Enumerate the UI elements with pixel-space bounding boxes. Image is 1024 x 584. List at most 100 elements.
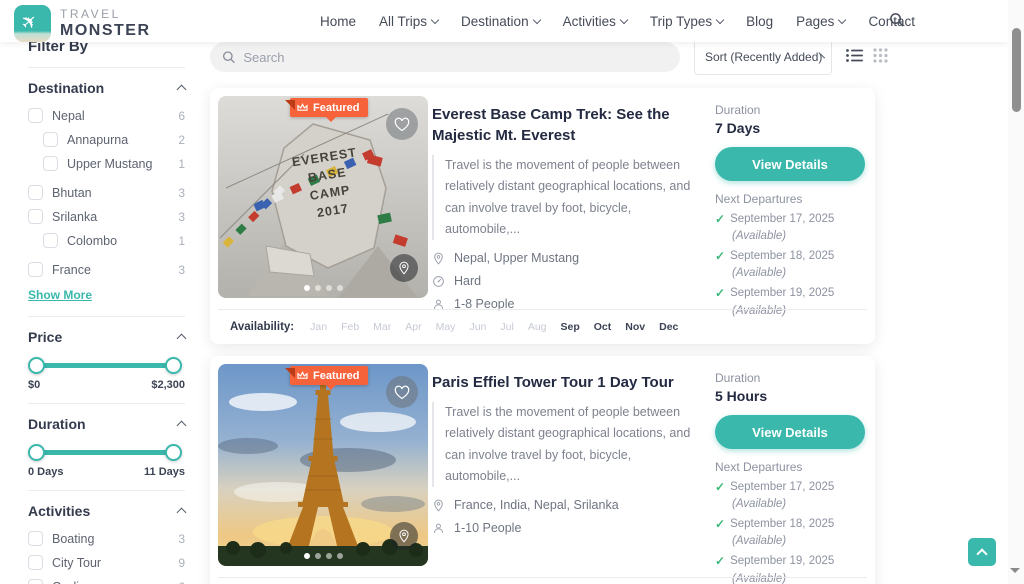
- checkbox[interactable]: [28, 531, 43, 546]
- checkbox[interactable]: [43, 233, 58, 248]
- trip-difficulty-row: Hard: [432, 274, 708, 288]
- price-max-label: $2,300: [151, 379, 185, 391]
- checkbox[interactable]: [28, 262, 43, 277]
- section-destination-header[interactable]: Destination: [28, 80, 185, 96]
- departure-date: September 19, 2025: [730, 285, 834, 302]
- departure-status: (Available): [715, 228, 867, 245]
- nav-item-activities[interactable]: Activities: [563, 14, 627, 29]
- section-title: Price: [28, 329, 62, 345]
- divider: [28, 403, 185, 404]
- divider: [28, 316, 185, 317]
- nav-item-blog[interactable]: Blog: [746, 14, 773, 29]
- section-price-header[interactable]: Price: [28, 329, 185, 345]
- filter-label: Bhutan: [52, 186, 178, 200]
- month: Apr: [405, 321, 421, 333]
- nav-item-home[interactable]: Home: [320, 14, 356, 29]
- favorite-button[interactable]: [386, 376, 418, 408]
- price-range-slider: [30, 357, 180, 373]
- map-pin-button[interactable]: [390, 522, 418, 550]
- carousel-dot[interactable]: [337, 285, 343, 291]
- carousel-dot[interactable]: [337, 553, 343, 559]
- filter-label: France: [52, 263, 178, 277]
- trip-photo-everest[interactable]: EVEREST BASE CAMP 2017 Featured: [218, 96, 428, 298]
- checkbox[interactable]: [28, 579, 43, 584]
- trip-location: France, India, Nepal, Srilanka: [454, 498, 619, 512]
- check-icon: ✓: [715, 248, 725, 265]
- check-icon: ✓: [715, 285, 725, 302]
- trip-location-row: Nepal, Upper Mustang: [432, 251, 708, 265]
- featured-badge: Featured: [290, 98, 368, 117]
- page-scrollbar: [1008, 0, 1024, 584]
- slider-track: [30, 363, 180, 368]
- carousel-dot[interactable]: [315, 553, 321, 559]
- departure-status: (Available): [715, 533, 867, 550]
- checkbox[interactable]: [28, 555, 43, 570]
- chevron-up-icon: [976, 548, 987, 559]
- section-duration-header[interactable]: Duration: [28, 416, 185, 432]
- trip-photo-paris[interactable]: Featured: [218, 364, 428, 566]
- filter-item-srilanka: Srilanka 3: [28, 209, 185, 224]
- check-icon: ✓: [715, 516, 725, 533]
- checkbox[interactable]: [43, 132, 58, 147]
- view-details-button[interactable]: View Details: [715, 147, 865, 181]
- scrollbar-down-arrow[interactable]: [1010, 568, 1020, 578]
- month-active: Dec: [659, 321, 678, 333]
- scrollbar-thumb[interactable]: [1012, 28, 1021, 112]
- chevron-up-icon: [177, 421, 187, 431]
- duration-max-handle[interactable]: [165, 444, 182, 461]
- favorite-button[interactable]: [386, 108, 418, 140]
- nav-label: Trip Types: [650, 14, 712, 29]
- nav-label: Home: [320, 14, 356, 29]
- carousel-dot[interactable]: [304, 553, 310, 559]
- departure-date: September 18, 2025: [730, 248, 834, 265]
- checkbox[interactable]: [43, 156, 58, 171]
- results-area: Sort (Recently Added): [210, 42, 878, 584]
- checkbox[interactable]: [28, 209, 43, 224]
- heart-icon: [394, 117, 410, 132]
- featured-badge-label: Featured: [313, 102, 359, 114]
- nav-item-destination[interactable]: Destination: [461, 14, 540, 29]
- trip-description: Travel is the movement of people between…: [432, 402, 708, 487]
- view-details-button[interactable]: View Details: [715, 415, 865, 449]
- price-min-handle[interactable]: [28, 357, 45, 374]
- nav-label: Blog: [746, 14, 773, 29]
- price-max-handle[interactable]: [165, 357, 182, 374]
- carousel-dot[interactable]: [326, 553, 332, 559]
- nav-item-all-trips[interactable]: All Trips: [379, 14, 438, 29]
- departure-item: ✓September 18, 2025 (Available): [715, 516, 867, 550]
- scroll-to-top-button[interactable]: [968, 538, 996, 566]
- month-active: Nov: [625, 321, 645, 333]
- nav-item-trip-types[interactable]: Trip Types: [650, 14, 723, 29]
- month: Jan: [310, 321, 327, 333]
- trip-title[interactable]: Everest Base Camp Trek: See the Majestic…: [432, 104, 708, 146]
- carousel-dot[interactable]: [315, 285, 321, 291]
- duration-min-handle[interactable]: [28, 444, 45, 461]
- search-input[interactable]: [243, 50, 668, 65]
- carousel-dot[interactable]: [304, 285, 310, 291]
- list-view-icon[interactable]: [846, 48, 863, 63]
- nav-label: Destination: [461, 14, 529, 29]
- filter-count: 6: [178, 109, 185, 123]
- carousel-dot[interactable]: [326, 285, 332, 291]
- availability-months: Jan Feb Mar Apr May Jun Jul Aug Sep Oct …: [310, 321, 678, 333]
- chevron-up-icon: [177, 508, 187, 518]
- nav-search-icon[interactable]: [889, 12, 904, 32]
- brand-logo[interactable]: ✈ TRAVEL MONSTER: [14, 5, 151, 42]
- checkbox[interactable]: [28, 185, 43, 200]
- nav-item-pages[interactable]: Pages: [796, 14, 845, 29]
- trip-card-everest: EVEREST BASE CAMP 2017 Featured: [210, 88, 875, 344]
- map-pin-button[interactable]: [390, 254, 418, 282]
- trip-booking-panel: Duration 7 Days View Details Next Depart…: [715, 103, 867, 322]
- trip-location: Nepal, Upper Mustang: [454, 251, 579, 265]
- checkbox[interactable]: [28, 108, 43, 123]
- filter-item-boating: Boating 3: [28, 531, 185, 546]
- availability-bar: Availability: Jan Feb Mar Apr May Jun Ju…: [218, 577, 867, 584]
- trip-title[interactable]: Paris Effiel Tower Tour 1 Day Tour: [432, 372, 708, 393]
- grid-view-icon[interactable]: [873, 48, 888, 63]
- sort-dropdown[interactable]: Sort (Recently Added): [694, 39, 832, 75]
- destination-show-more-link[interactable]: Show More: [28, 288, 92, 302]
- trip-info: Paris Effiel Tower Tour 1 Day Tour Trave…: [432, 372, 708, 544]
- duration-max-label: 11 Days: [144, 466, 185, 478]
- section-activities-header[interactable]: Activities: [28, 503, 185, 519]
- month: Feb: [341, 321, 359, 333]
